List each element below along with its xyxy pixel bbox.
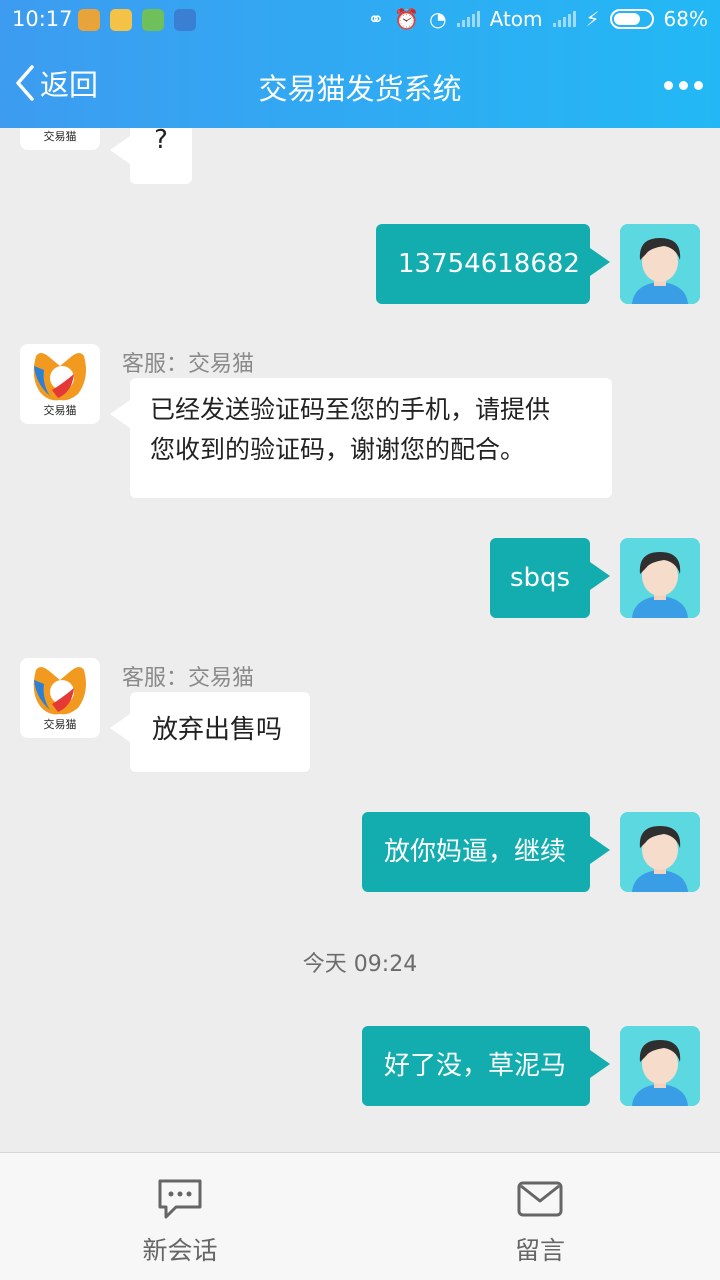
- app-icon-4: [174, 9, 196, 31]
- sender-name: 客服：交易猫: [122, 352, 255, 377]
- more-dots-icon[interactable]: [664, 74, 704, 96]
- sender-name: 客服：交易猫: [122, 666, 255, 691]
- user-avatar-icon: [620, 538, 700, 618]
- leave-message-button[interactable]: 留言: [360, 1153, 720, 1280]
- timestamp: 今天 09:24: [302, 952, 418, 977]
- message-incoming[interactable]: ?: [110, 128, 192, 184]
- signal-icon: [456, 11, 480, 27]
- message-text: sbqs: [509, 563, 571, 593]
- envelope-icon: [517, 1181, 563, 1217]
- message-outgoing[interactable]: 放你妈逼，继续: [362, 812, 610, 892]
- message-outgoing[interactable]: sbqs: [490, 538, 610, 618]
- bot-avatar[interactable]: 交易猫: [20, 128, 100, 150]
- bot-logo-text: 交易猫: [43, 130, 77, 143]
- wifi-icon: ◔: [429, 7, 447, 31]
- top-bar: 10:17 ⚭ ⏰ ◔ Atom ⚡ 68% 返回 交易猫发货系统: [0, 0, 720, 128]
- battery-percent: 68%: [663, 7, 708, 31]
- new-chat-label: 新会话: [142, 1236, 218, 1265]
- app-icon-2: [110, 9, 132, 31]
- message-text: 13754618682: [398, 249, 580, 279]
- carrier-name: Atom: [489, 7, 543, 31]
- message-outgoing[interactable]: 好了没，草泥马: [362, 1026, 610, 1106]
- bot-avatar[interactable]: 交易猫: [20, 658, 100, 738]
- message-line: 您收到的验证码，谢谢您的配合。: [150, 435, 526, 464]
- message-line: 已经发送验证码至您的手机，请提供: [150, 395, 551, 424]
- bot-logo-text: 交易猫: [43, 718, 77, 731]
- page-title: 交易猫发货系统: [258, 72, 462, 106]
- nav-bar: 返回 交易猫发货系统: [0, 40, 720, 128]
- status-time: 10:17: [12, 7, 73, 31]
- message-label: 留言: [514, 1236, 565, 1265]
- link-icon: ⚭: [367, 7, 385, 31]
- user-avatar[interactable]: [620, 1026, 700, 1106]
- battery-icon: [609, 9, 654, 29]
- user-avatar[interactable]: [620, 538, 700, 618]
- message-text: ?: [154, 128, 168, 155]
- charging-icon: ⚡: [585, 7, 600, 31]
- status-bar: 10:17 ⚭ ⏰ ◔ Atom ⚡ 68%: [0, 0, 720, 40]
- user-avatar-icon: [620, 1026, 700, 1106]
- message-outgoing[interactable]: 13754618682: [376, 224, 610, 304]
- user-avatar-icon: [620, 224, 700, 304]
- message-text: 放你妈逼，继续: [384, 837, 567, 867]
- chat-list[interactable]: 交易猫 ? 13754618682 交易猫 客服：交易猫 已经发送验证码至您的手…: [0, 128, 720, 1152]
- message-incoming[interactable]: 已经发送验证码至您的手机，请提供 您收到的验证码，谢谢您的配合。: [110, 378, 612, 498]
- user-avatar[interactable]: [620, 224, 700, 304]
- alarm-icon: ⏰: [394, 7, 420, 31]
- signal-icon-2: [552, 11, 576, 27]
- bot-logo-text: 交易猫: [43, 404, 77, 417]
- message-text: 好了没，草泥马: [384, 1051, 567, 1081]
- bottom-bar: 新会话 留言: [0, 1152, 720, 1280]
- new-chat-button[interactable]: 新会话: [0, 1153, 360, 1280]
- message-incoming[interactable]: 放弃出售吗: [110, 692, 310, 772]
- chat-bubble-icon: [158, 1179, 202, 1219]
- bot-avatar[interactable]: 交易猫: [20, 344, 100, 424]
- user-avatar-icon: [620, 812, 700, 892]
- app-icon-1: [78, 9, 100, 31]
- app-icon-3: [142, 9, 164, 31]
- user-avatar[interactable]: [620, 812, 700, 892]
- message-text: 放弃出售吗: [152, 715, 283, 745]
- status-right: ⚭ ⏰ ◔ Atom ⚡ 68%: [367, 7, 708, 31]
